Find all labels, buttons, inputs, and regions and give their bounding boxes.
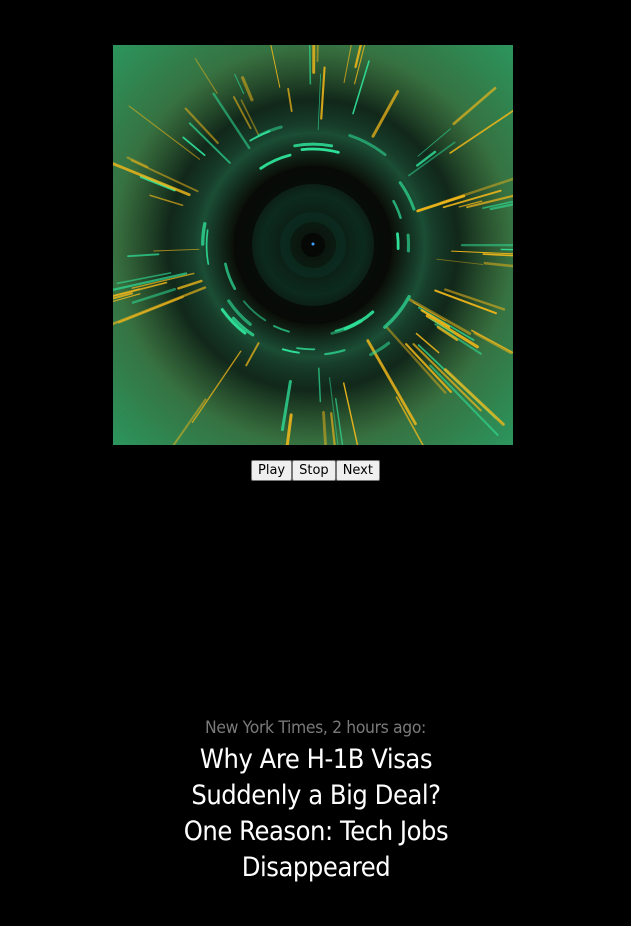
visualizer-arc (406, 233, 411, 253)
play-button[interactable]: Play (251, 460, 293, 481)
news-source: New York Times, 2 hours ago: (205, 718, 426, 738)
news-ticker: New York Times, 2 hours ago: Why Are H-1… (0, 718, 631, 886)
next-button[interactable]: Next (335, 460, 380, 481)
stop-button[interactable]: Stop (292, 460, 336, 481)
news-headline[interactable]: Why Are H-1B Visas Suddenly a Big Deal? … (181, 742, 451, 886)
page: Play Stop Next New York Times, 2 hours a… (0, 0, 631, 926)
visualizer-arc (396, 232, 400, 250)
music-visualizer (113, 45, 513, 445)
playback-controls: Play Stop Next (0, 460, 631, 481)
